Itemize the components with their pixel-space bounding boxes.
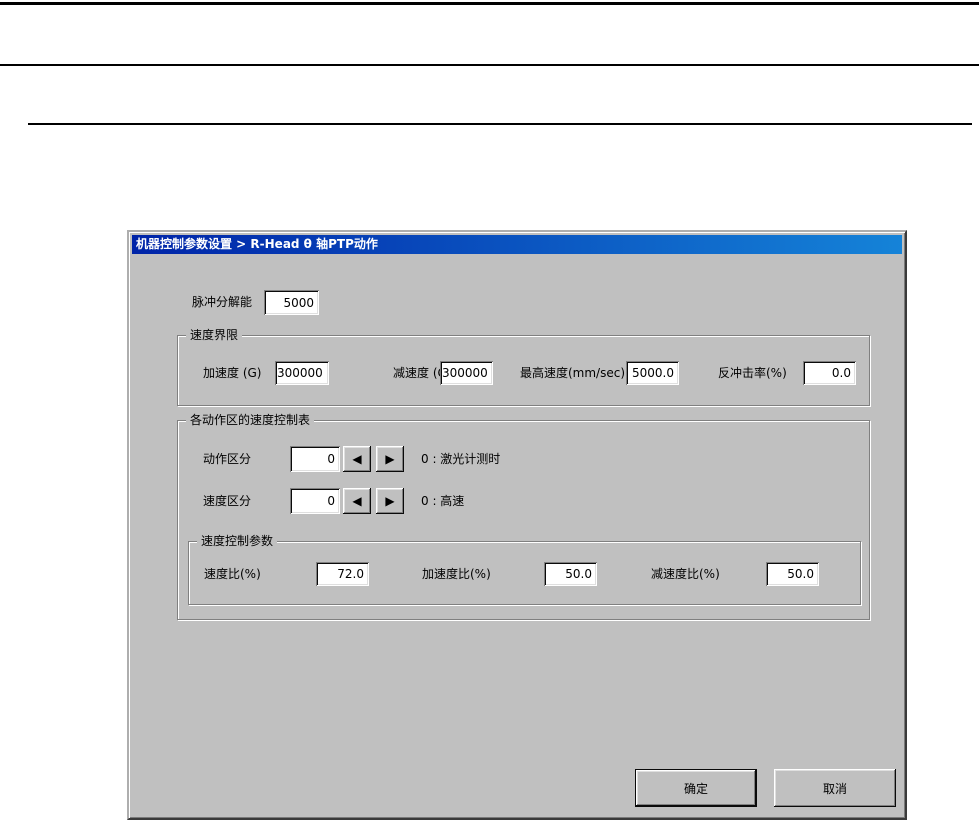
speed-limit-group: 速度界限 加速度 (G) 减速度 (G) 最高速度(mm/sec) 反冲击率(%… xyxy=(177,328,870,406)
speed-control-params-group: 速度控制参数 速度比(%) 加速度比(%) 减速度比(%) xyxy=(188,534,861,605)
horizontal-rule-top xyxy=(0,2,979,5)
deceleration-input[interactable] xyxy=(440,361,493,385)
speed-class-spin-left-button[interactable]: ◀ xyxy=(343,488,371,514)
arrow-left-icon: ◀ xyxy=(352,452,362,466)
motion-zone-spin-left-button[interactable]: ◀ xyxy=(343,446,371,472)
motion-zone-speed-table-group: 各动作区的速度控制表 动作区分 ◀ ▶ 0 : 激光计测时 速度区分 ◀ ▶ 0… xyxy=(177,413,870,620)
max-speed-label: 最高速度(mm/sec) xyxy=(520,366,626,380)
speed-class-label: 速度区分 xyxy=(203,494,252,508)
speed-ratio-input[interactable] xyxy=(316,562,369,586)
accel-ratio-label: 加速度比(%) xyxy=(422,567,491,581)
arrow-right-icon: ▶ xyxy=(385,494,395,508)
recoil-rate-input[interactable] xyxy=(803,361,856,385)
motion-zone-spin-right-button[interactable]: ▶ xyxy=(376,446,404,472)
acceleration-input[interactable] xyxy=(275,361,329,385)
decel-ratio-input[interactable] xyxy=(766,562,819,586)
speed-ratio-label: 速度比(%) xyxy=(204,567,261,581)
motion-zone-group-title: 各动作区的速度控制表 xyxy=(186,413,315,427)
motion-zone-description: 0 : 激光计测时 xyxy=(421,452,501,466)
dialog-title-bar: 机器控制参数设置 > R-Head θ 轴PTP动作 xyxy=(132,235,902,254)
accel-ratio-input[interactable] xyxy=(544,562,597,586)
document-page: 机器控制参数设置 > R-Head θ 轴PTP动作 脉冲分解能 速度界限 加速… xyxy=(0,0,979,822)
pulse-resolution-label: 脉冲分解能 xyxy=(192,295,253,309)
motion-zone-label: 动作区分 xyxy=(203,452,252,466)
dialog-title: 机器控制参数设置 > R-Head θ 轴PTP动作 xyxy=(136,237,378,251)
horizontal-rule-header xyxy=(0,64,979,66)
speed-class-input[interactable] xyxy=(290,488,340,514)
arrow-right-icon: ▶ xyxy=(385,452,395,466)
machine-control-parameter-dialog: 机器控制参数设置 > R-Head θ 轴PTP动作 脉冲分解能 速度界限 加速… xyxy=(127,230,907,820)
speed-class-description: 0 : 高速 xyxy=(421,494,465,508)
cancel-button[interactable]: 取消 xyxy=(774,769,896,807)
ok-button[interactable]: 确定 xyxy=(635,769,757,807)
arrow-left-icon: ◀ xyxy=(352,494,362,508)
acceleration-label: 加速度 (G) xyxy=(203,366,262,380)
speed-class-spin-right-button[interactable]: ▶ xyxy=(376,488,404,514)
recoil-rate-label: 反冲击率(%) xyxy=(718,366,787,380)
pulse-resolution-input[interactable] xyxy=(264,290,319,315)
horizontal-rule-subheader xyxy=(28,123,972,125)
motion-zone-input[interactable] xyxy=(290,446,340,472)
speed-limit-group-title: 速度界限 xyxy=(186,328,243,342)
decel-ratio-label: 减速度比(%) xyxy=(651,567,720,581)
max-speed-input[interactable] xyxy=(626,361,679,385)
speed-control-params-title: 速度控制参数 xyxy=(197,534,278,548)
